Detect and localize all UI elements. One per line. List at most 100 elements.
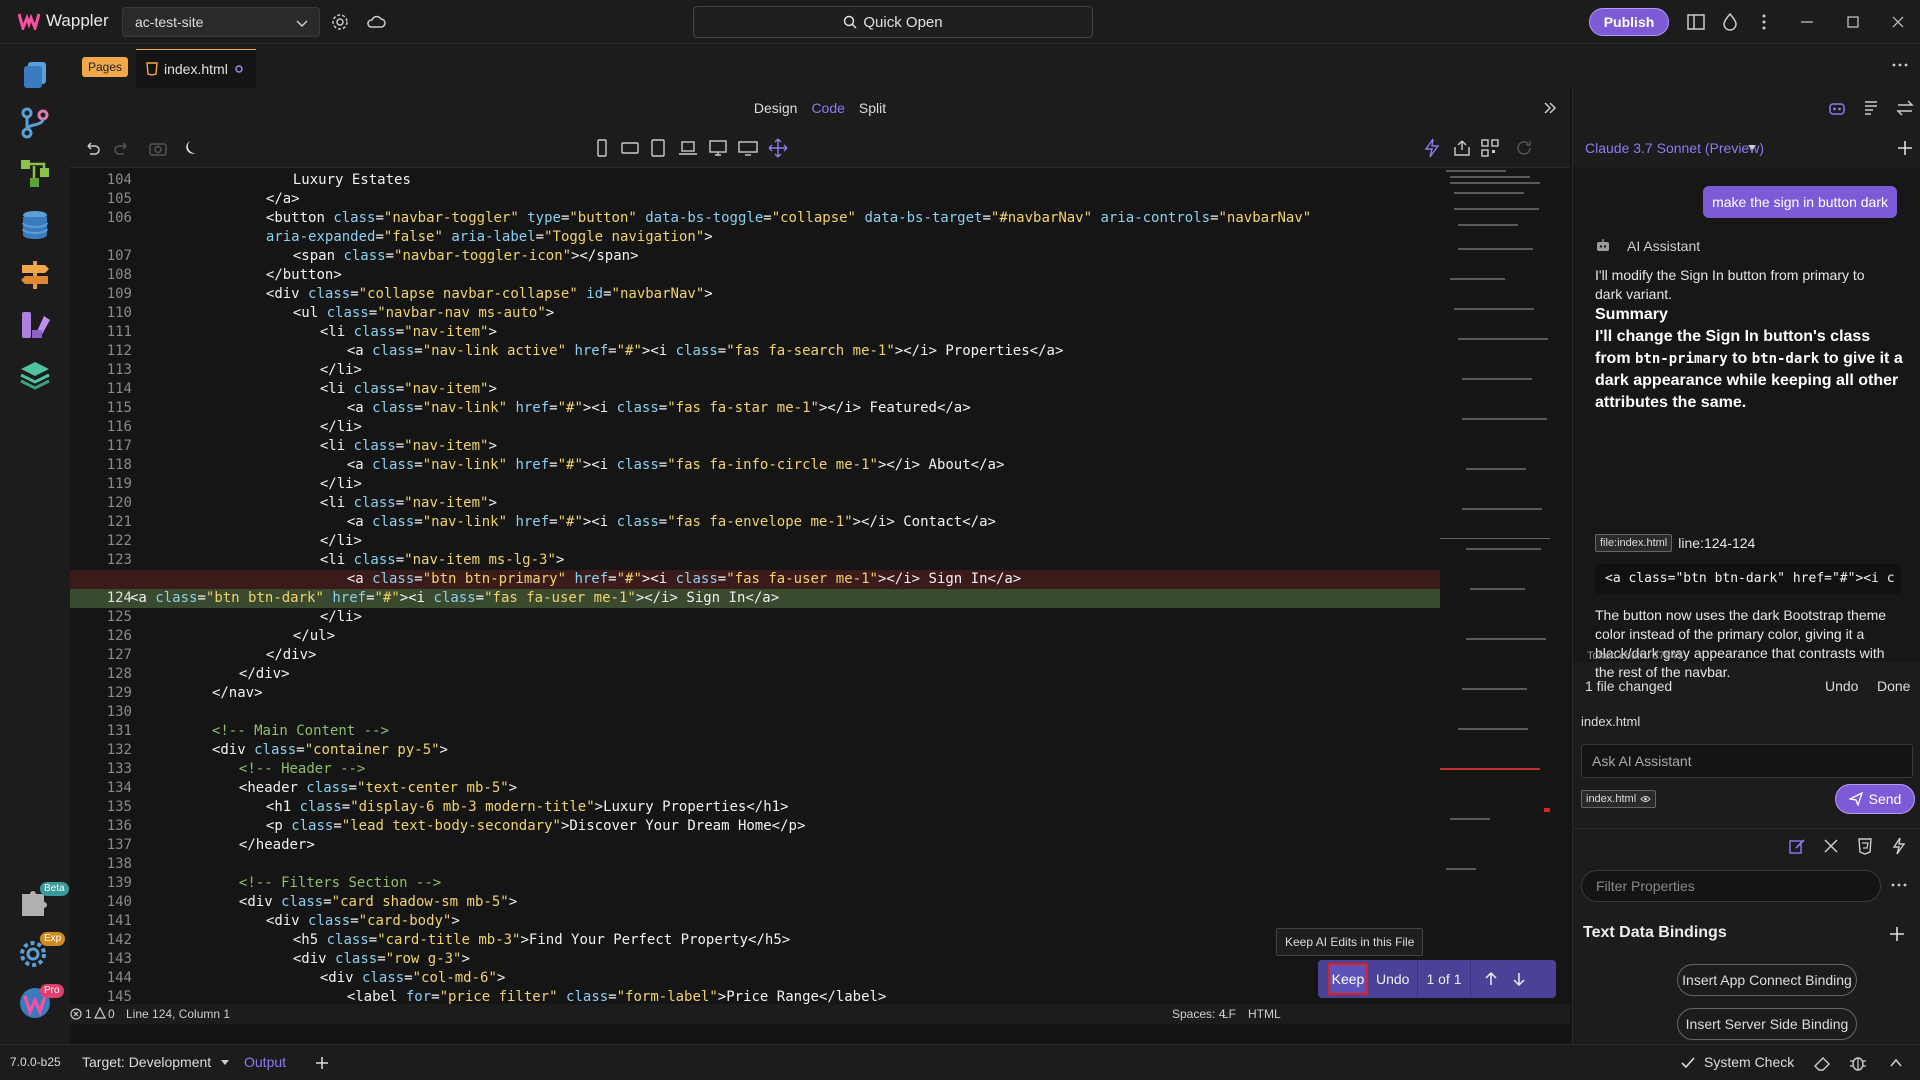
code-line[interactable]: 113 </li> — [70, 361, 1440, 380]
code-line[interactable]: 109 <div class="collapse navbar-collapse"… — [70, 285, 1440, 304]
double-chevron-right-icon[interactable] — [1542, 100, 1558, 116]
device-desktop-icon[interactable] — [708, 138, 728, 158]
notes-icon[interactable] — [1861, 98, 1881, 118]
code-line[interactable]: 114 <li class="nav-item"> — [70, 380, 1440, 399]
more-vertical-icon[interactable] — [1754, 12, 1774, 32]
code-line[interactable]: 118 <a class="nav-link" href="#"><i class… — [70, 456, 1440, 475]
file-chip[interactable]: file:index.html — [1595, 534, 1673, 552]
insert-server-side-binding-button[interactable]: Insert Server Side Binding — [1677, 1008, 1857, 1040]
done-button[interactable]: Done — [1877, 678, 1910, 694]
code-line[interactable]: 136 <p class="lead text-body-secondary">D… — [70, 817, 1440, 836]
mode-code[interactable]: Code — [811, 100, 844, 116]
code-line[interactable]: 104 Luxury Estates — [70, 171, 1440, 190]
code-line[interactable]: 123 <li class="nav-item ms-lg-3"> — [70, 551, 1440, 570]
code-line[interactable]: 133 <!-- Header --> — [70, 760, 1440, 779]
new-chat-plus-icon[interactable] — [1895, 138, 1915, 158]
bug-icon[interactable] — [1848, 1053, 1868, 1073]
app-logo[interactable]: Wappler — [18, 11, 109, 31]
mode-design[interactable]: Design — [754, 100, 798, 116]
code-snippet[interactable]: <a class="btn btn-dark" href="#"><i c — [1595, 564, 1901, 594]
output-tab[interactable]: Output — [244, 1054, 286, 1070]
code-line[interactable]: 116 </li> — [70, 418, 1440, 437]
code-line[interactable]: 143 <div class="row g-3"> — [70, 950, 1440, 969]
context-file-chip[interactable]: index.html — [1581, 790, 1657, 808]
ai-robot-icon[interactable] — [1827, 98, 1847, 118]
code-line[interactable]: aria-expanded="false" aria-label="Toggle… — [70, 228, 1440, 247]
code-line[interactable]: 119 </li> — [70, 475, 1440, 494]
chat-history[interactable]: make the sign in button dark AI Assistan… — [1573, 168, 1920, 680]
lightning-bolt-icon[interactable] — [1889, 836, 1909, 856]
arrow-down-icon[interactable] — [1511, 971, 1527, 987]
ask-ai-input[interactable]: Ask AI Assistant — [1581, 744, 1913, 778]
mode-split[interactable]: Split — [859, 100, 886, 116]
code-line[interactable]: 110 <ul class="navbar-nav ms-auto"> — [70, 304, 1440, 323]
lightning-icon[interactable] — [1422, 138, 1442, 158]
code-minimap[interactable] — [1440, 168, 1560, 1008]
code-line[interactable]: 139 <!-- Filters Section --> — [70, 874, 1440, 893]
minimize-icon[interactable] — [1797, 12, 1817, 32]
maximize-icon[interactable] — [1843, 12, 1863, 32]
code-line[interactable]: 132 <div class="container py-5"> — [70, 741, 1440, 760]
code-line[interactable]: 115 <a class="nav-link" href="#"><i class… — [70, 399, 1440, 418]
insert-app-connect-binding-button[interactable]: Insert App Connect Binding — [1677, 964, 1857, 996]
error-icon[interactable] — [70, 1008, 82, 1020]
device-phone-icon[interactable] — [592, 138, 612, 158]
undo-all-button[interactable]: Undo — [1825, 678, 1858, 694]
warning-icon[interactable] — [94, 1007, 106, 1019]
qr-code-icon[interactable] — [1480, 138, 1500, 158]
device-phone-landscape-icon[interactable] — [620, 138, 640, 158]
refresh-icon[interactable] — [1514, 138, 1534, 158]
device-tablet-icon[interactable] — [648, 138, 668, 158]
database-icon[interactable] — [18, 208, 52, 242]
pages-label[interactable]: Pages — [82, 57, 129, 77]
code-line[interactable]: 120 <li class="nav-item"> — [70, 494, 1440, 513]
magic-tools-icon[interactable] — [1821, 836, 1841, 856]
filter-properties-input[interactable]: Filter Properties — [1581, 870, 1881, 902]
add-binding-plus-icon[interactable] — [1887, 924, 1907, 944]
target-caret-icon[interactable] — [220, 1059, 230, 1067]
eraser-icon[interactable] — [1812, 1053, 1832, 1073]
code-line[interactable]: 107 <span class="navbar-toggler-icon"></s… — [70, 247, 1440, 266]
code-line[interactable]: 111 <li class="nav-item"> — [70, 323, 1440, 342]
css-icon[interactable] — [1855, 836, 1875, 856]
undo-icon[interactable] — [82, 138, 102, 158]
code-line[interactable]: 127 </div> — [70, 646, 1440, 665]
code-line[interactable]: 106 <button class="navbar-toggler" type="… — [70, 209, 1440, 228]
indent-setting[interactable]: Spaces: 4 — [1172, 1007, 1225, 1021]
code-line[interactable]: 108 </button> — [70, 266, 1440, 285]
code-line[interactable]: 142 <h5 class="card-title mb-3">Find Your… — [70, 931, 1440, 950]
device-wide-icon[interactable] — [738, 138, 758, 158]
redo-icon[interactable] — [112, 138, 132, 158]
full-width-arrows-icon[interactable] — [768, 138, 788, 158]
code-line[interactable]: 128 </div> — [70, 665, 1440, 684]
send-button[interactable]: Send — [1835, 784, 1915, 814]
camera-icon[interactable] — [148, 138, 168, 158]
code-line[interactable]: 122 </li> — [70, 532, 1440, 551]
add-terminal-plus-icon[interactable] — [314, 1055, 330, 1071]
publish-button[interactable]: Publish — [1589, 8, 1669, 36]
code-line[interactable]: 135 <h1 class="display-6 mb-3 modern-titl… — [70, 798, 1440, 817]
tab-index-html[interactable]: index.html — [136, 49, 256, 88]
layers-icon[interactable] — [18, 358, 52, 392]
dark-mode-moon-icon[interactable] — [182, 138, 202, 158]
edit-pen-icon[interactable] — [1787, 836, 1807, 856]
code-line[interactable]: 131 <!-- Main Content --> — [70, 722, 1440, 741]
language-mode[interactable]: HTML — [1248, 1007, 1281, 1021]
workflows-icon[interactable] — [18, 156, 52, 190]
code-line[interactable]: <a class="btn btn-primary" href="#"><i c… — [70, 570, 1440, 589]
share-icon[interactable] — [1452, 138, 1472, 158]
code-editor[interactable]: 104 Luxury Estates 105 </a> 106 <button class… — [70, 168, 1440, 1008]
keep-button[interactable]: Keep — [1328, 963, 1368, 995]
line-ending[interactable]: LF — [1222, 1007, 1236, 1021]
code-line[interactable]: 137 </header> — [70, 836, 1440, 855]
code-line[interactable]: 144 <div class="col-md-6"> — [70, 969, 1440, 988]
gear-icon[interactable] — [330, 12, 350, 32]
site-select[interactable]: ac-test-site — [122, 7, 320, 37]
pages-icon[interactable] — [18, 58, 52, 92]
routes-signpost-icon[interactable] — [18, 258, 52, 292]
theme-drop-icon[interactable] — [1720, 12, 1740, 32]
code-line[interactable]: 129 </nav> — [70, 684, 1440, 703]
swap-arrows-icon[interactable] — [1895, 98, 1915, 118]
properties-more-icon[interactable] — [1889, 878, 1909, 892]
code-line[interactable]: 121 <a class="nav-link" href="#"><i class… — [70, 513, 1440, 532]
